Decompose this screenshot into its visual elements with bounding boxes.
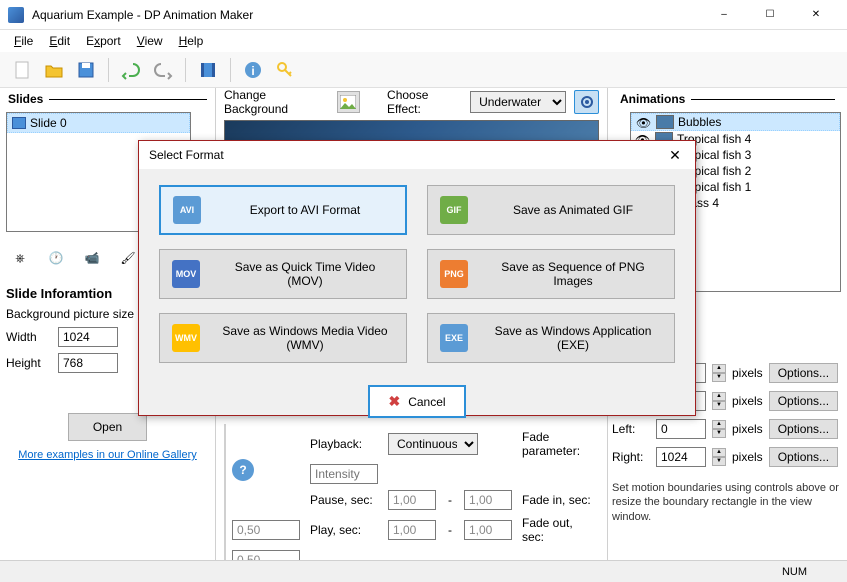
exe-icon: EXE <box>440 324 468 352</box>
avi-icon: AVI <box>173 196 201 224</box>
dialog-title-text: Select Format <box>149 148 224 162</box>
fmt-label: Export to AVI Format <box>217 203 393 217</box>
export-gif-button[interactable]: GIF Save as Animated GIF <box>427 185 675 235</box>
dialog-footer: ✖ Cancel <box>139 379 695 424</box>
fmt-label: Save as Windows Media Video (WMV) <box>216 324 394 352</box>
export-png-button[interactable]: PNG Save as Sequence of PNG Images <box>427 249 675 299</box>
fmt-label: Save as Quick Time Video (MOV) <box>216 260 394 288</box>
dialog-body: AVI Export to AVI Format GIF Save as Ani… <box>139 169 695 379</box>
export-avi-button[interactable]: AVI Export to AVI Format <box>159 185 407 235</box>
dialog-close-button[interactable]: ✕ <box>665 147 685 164</box>
fmt-label: Save as Sequence of PNG Images <box>484 260 662 288</box>
dialog-overlay: Select Format ✕ AVI Export to AVI Format… <box>0 0 847 582</box>
cancel-button[interactable]: ✖ Cancel <box>368 385 465 418</box>
cancel-x-icon: ✖ <box>388 393 400 410</box>
png-icon: PNG <box>440 260 468 288</box>
mov-icon: MOV <box>172 260 200 288</box>
wmv-icon: WMV <box>172 324 200 352</box>
select-format-dialog: Select Format ✕ AVI Export to AVI Format… <box>138 140 696 416</box>
fmt-label: Save as Animated GIF <box>484 203 662 217</box>
fmt-label: Save as Windows Application (EXE) <box>484 324 662 352</box>
export-exe-button[interactable]: EXE Save as Windows Application (EXE) <box>427 313 675 363</box>
cancel-label: Cancel <box>408 395 445 409</box>
gif-icon: GIF <box>440 196 468 224</box>
export-wmv-button[interactable]: WMV Save as Windows Media Video (WMV) <box>159 313 407 363</box>
dialog-titlebar: Select Format ✕ <box>139 141 695 169</box>
export-mov-button[interactable]: MOV Save as Quick Time Video (MOV) <box>159 249 407 299</box>
